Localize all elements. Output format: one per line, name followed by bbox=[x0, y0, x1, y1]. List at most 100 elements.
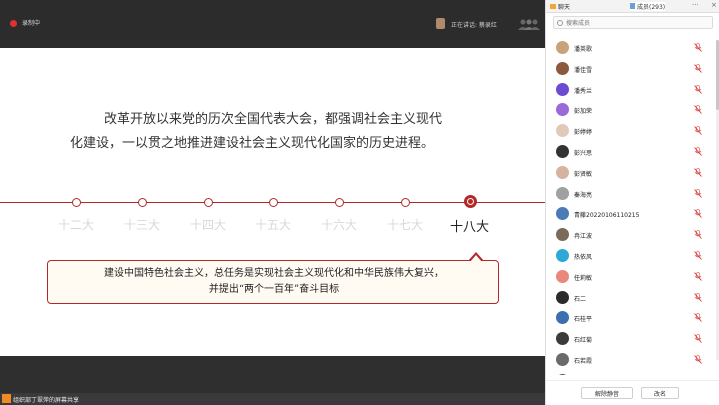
avatar bbox=[556, 186, 569, 200]
mic-muted-icon[interactable] bbox=[694, 126, 702, 135]
member-search-input[interactable] bbox=[566, 19, 706, 28]
timeline-node-4 bbox=[268, 198, 278, 207]
timeline-node-1 bbox=[71, 198, 81, 207]
member-row[interactable]: 青藤20220106110215 bbox=[546, 204, 719, 224]
tab-chat[interactable]: 聊天 bbox=[550, 2, 570, 11]
member-row[interactable]: 冉江波 bbox=[546, 225, 719, 245]
timeline-label-1: 十二大 bbox=[58, 218, 95, 232]
presentation-slide: 改革开放以来党的历次全国代表大会，都强调社会主义现代 化建设，一以贯之地推进建设… bbox=[0, 48, 545, 356]
speaker-label: 正在讲话: 蔡录红 bbox=[451, 22, 497, 29]
recording-label: 录制中 bbox=[22, 20, 41, 27]
mic-muted-icon[interactable] bbox=[694, 43, 702, 52]
callout-line-1: 建设中国特色社会主义，总任务是实现社会主义现代化和中华民族伟大复兴， bbox=[104, 268, 444, 279]
mic-muted-icon[interactable] bbox=[694, 63, 702, 73]
share-screen-icon bbox=[2, 394, 11, 403]
avatar bbox=[556, 228, 569, 242]
chat-icon bbox=[550, 4, 556, 9]
member-row[interactable]: 石红菊 bbox=[546, 329, 719, 349]
mic-muted-icon[interactable] bbox=[694, 188, 702, 198]
screen-share-stage: 录制中 正在讲话: 蔡录红 改革开放以来党的历次全国代表大会，都强调社会主义现代… bbox=[0, 0, 545, 405]
timeline-label-7: 十八大 bbox=[450, 220, 490, 235]
avatar bbox=[556, 82, 569, 96]
member-row[interactable]: 石桂平 bbox=[546, 308, 719, 328]
member-name: 彭加荣 bbox=[574, 108, 593, 116]
member-row[interactable]: 热依风 bbox=[546, 246, 719, 266]
mic-muted-icon[interactable] bbox=[694, 230, 702, 239]
member-row[interactable]: 秦海亮 bbox=[546, 184, 719, 204]
callout-line-2: 并提出“两个一百年”奋斗目标 bbox=[208, 284, 340, 295]
member-name: 热依风 bbox=[574, 254, 593, 261]
timeline-label-3: 十四大 bbox=[190, 218, 227, 232]
timeline-node-7 bbox=[463, 195, 477, 208]
screen-share-bar bbox=[0, 393, 545, 405]
member-name: 潘英歌 bbox=[574, 46, 593, 53]
member-row[interactable]: 彭贤敏 bbox=[546, 163, 719, 183]
tab-members[interactable]: 成员(293) bbox=[630, 2, 666, 11]
avatar bbox=[556, 269, 569, 283]
rename-button[interactable]: 改名 bbox=[641, 387, 679, 399]
panel-tabs: 聊天 成员(293) ··· × bbox=[546, 0, 719, 13]
search-icon bbox=[557, 20, 563, 26]
mic-muted-icon[interactable] bbox=[694, 355, 702, 364]
mic-muted-icon[interactable] bbox=[694, 84, 702, 94]
member-name: 彭婷婷 bbox=[574, 129, 593, 137]
mic-muted-icon[interactable] bbox=[694, 313, 702, 323]
member-name: 冉江波 bbox=[574, 233, 593, 241]
timeline-node-5 bbox=[334, 198, 344, 207]
panel-footer: 解除静音 改名 bbox=[546, 380, 719, 405]
member-row[interactable]: 任莉敏 bbox=[546, 267, 719, 287]
avatar bbox=[556, 207, 569, 221]
member-row[interactable]: 潘英歌 bbox=[546, 38, 719, 58]
slide-paragraph: 改革开放以来党的历次全国代表大会，都强调社会主义现代 化建设，一以贯之地推进建设… bbox=[70, 108, 490, 156]
avatar bbox=[556, 332, 569, 346]
timeline-label-4: 十五大 bbox=[255, 218, 292, 232]
members-icon bbox=[630, 3, 635, 9]
timeline-node-3 bbox=[203, 198, 213, 207]
member-row[interactable]: 石倩 bbox=[546, 371, 719, 375]
mic-muted-icon[interactable] bbox=[694, 292, 702, 302]
mic-muted-icon[interactable] bbox=[694, 167, 702, 177]
mic-muted-icon[interactable] bbox=[694, 251, 702, 260]
member-row[interactable]: 石二 bbox=[546, 288, 719, 308]
avatar bbox=[556, 311, 569, 325]
member-row[interactable]: 潘秀兰 bbox=[546, 80, 719, 100]
member-name: 潘佳雪 bbox=[574, 66, 593, 74]
callout-pointer-inner bbox=[470, 255, 482, 262]
member-row[interactable]: 彭婷婷 bbox=[546, 121, 719, 141]
mic-muted-icon[interactable] bbox=[694, 105, 702, 115]
close-panel-button[interactable]: × bbox=[711, 1, 717, 9]
member-name: 石红菊 bbox=[574, 337, 593, 345]
member-name: 彭兴思 bbox=[574, 150, 593, 157]
participants-icon[interactable] bbox=[518, 18, 540, 30]
member-search-box[interactable] bbox=[553, 16, 713, 29]
callout-box: 建设中国特色社会主义，总任务是实现社会主义现代化和中华民族伟大复兴， 并提出“两… bbox=[47, 260, 499, 304]
timeline-label-6: 十七大 bbox=[387, 218, 424, 232]
mic-muted-icon[interactable] bbox=[694, 334, 702, 343]
timeline-label-5: 十六大 bbox=[321, 218, 358, 232]
avatar bbox=[556, 124, 569, 138]
speaker-avatar bbox=[436, 18, 445, 29]
member-row[interactable]: 潘佳雪 bbox=[546, 59, 719, 79]
mic-muted-icon[interactable] bbox=[694, 271, 702, 281]
mic-muted-icon[interactable] bbox=[694, 147, 702, 156]
avatar bbox=[556, 61, 569, 75]
tab-members-label: 成员(293) bbox=[637, 4, 666, 11]
member-name: 彭贤敏 bbox=[574, 170, 593, 178]
member-name: 石二 bbox=[574, 295, 587, 303]
timeline-node-6 bbox=[400, 198, 410, 207]
member-row[interactable]: 彭加荣 bbox=[546, 100, 719, 120]
unmute-button[interactable]: 解除静音 bbox=[581, 387, 633, 399]
member-row[interactable]: 彭兴思 bbox=[546, 142, 719, 162]
member-name: 石桂平 bbox=[574, 316, 593, 324]
avatar bbox=[556, 165, 569, 179]
avatar bbox=[556, 145, 569, 158]
avatar bbox=[556, 103, 569, 117]
screen-share-label: 组织部丁翠萍的屏幕共享 bbox=[13, 397, 80, 404]
member-list: 潘英歌潘佳雪潘秀兰彭加荣彭婷婷彭兴思彭贤敏秦海亮 青藤20220106110215… bbox=[546, 38, 719, 375]
avatar bbox=[556, 353, 569, 366]
more-options-button[interactable]: ··· bbox=[692, 1, 699, 9]
mic-muted-icon[interactable] bbox=[694, 209, 702, 219]
callout-text: 建设中国特色社会主义，总任务是实现社会主义现代化和中华民族伟大复兴， 并提出“两… bbox=[48, 266, 500, 298]
member-row[interactable]: 石若霞 bbox=[546, 350, 719, 370]
member-name: 任莉敏 bbox=[574, 274, 593, 282]
